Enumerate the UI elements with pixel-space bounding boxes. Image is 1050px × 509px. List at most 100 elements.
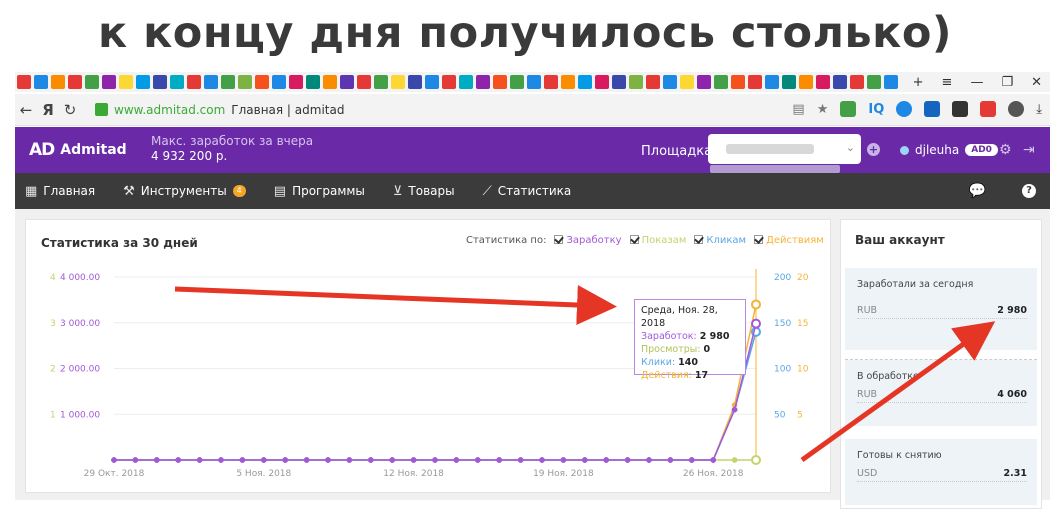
bookmark-icon[interactable] — [102, 75, 116, 89]
account-title: Ваш аккаунт — [855, 233, 945, 247]
bookmark-icon[interactable] — [425, 75, 439, 89]
bookmark-icon[interactable] — [714, 75, 728, 89]
download-ext-icon[interactable] — [840, 101, 857, 117]
add-platform-icon[interactable]: + — [867, 143, 880, 156]
bookmark-icon[interactable] — [204, 75, 218, 89]
restore-icon[interactable]: ❐ — [1001, 75, 1013, 90]
data-point — [282, 457, 289, 463]
bookmark-icon[interactable] — [442, 75, 456, 89]
bookmark-icon[interactable] — [731, 75, 745, 89]
bookmark-icon[interactable] — [612, 75, 626, 89]
bookmark-icon[interactable] — [17, 75, 31, 89]
url-page-title[interactable]: Главная | admitad — [231, 103, 344, 117]
bookmark-icon[interactable] — [816, 75, 830, 89]
bookmark-icon[interactable] — [527, 75, 541, 89]
ext-photo-icon[interactable] — [952, 101, 969, 117]
bookmark-icon[interactable] — [629, 75, 643, 89]
bookmark-icon[interactable] — [850, 75, 864, 89]
bookmark-icon[interactable] — [833, 75, 847, 89]
bookmark-icon[interactable] — [374, 75, 388, 89]
bookmark-icon[interactable] — [51, 75, 65, 89]
bookmark-icon[interactable] — [493, 75, 507, 89]
iq-icon[interactable]: IQ — [868, 102, 884, 117]
bookmark-icon[interactable] — [459, 75, 473, 89]
bookmark-icon[interactable] — [782, 75, 796, 89]
data-point — [367, 457, 374, 463]
bookmark-icon[interactable] — [272, 75, 286, 89]
chat-icon[interactable]: 💬 — [969, 183, 986, 199]
bookmark-icon[interactable] — [748, 75, 762, 89]
bookmark-icon[interactable] — [476, 75, 490, 89]
bookmark-icon[interactable] — [136, 75, 150, 89]
bookmark-icon[interactable] — [221, 75, 235, 89]
yandex-icon[interactable]: Я — [37, 101, 59, 119]
bookmark-icon[interactable] — [289, 75, 303, 89]
bookmark-icon[interactable] — [170, 75, 184, 89]
bookmark-icon[interactable] — [799, 75, 813, 89]
bookmark-icon[interactable] — [561, 75, 575, 89]
menu-item-programs[interactable]: ▤ Программы — [274, 184, 365, 199]
help-icon[interactable]: ? — [1022, 184, 1036, 198]
bookmark-icon[interactable] — [187, 75, 201, 89]
gear-icon[interactable]: ⚙ — [999, 142, 1012, 158]
bookmark-icon[interactable] — [340, 75, 354, 89]
plus-icon[interactable]: + — [913, 75, 924, 90]
bookmark-icon[interactable] — [306, 75, 320, 89]
data-point — [153, 457, 160, 463]
ext-blue-icon[interactable] — [896, 101, 913, 117]
bookmark-icon[interactable] — [578, 75, 592, 89]
bookmark-icon[interactable] — [85, 75, 99, 89]
ext-gray-icon[interactable] — [1008, 101, 1025, 117]
platform-select[interactable]: ⌄ — [708, 134, 861, 173]
admitad-logo[interactable]: AD Admitad — [29, 140, 127, 160]
close-icon[interactable]: ✕ — [1031, 75, 1042, 90]
platform-redaction-bar — [710, 165, 840, 173]
menu-item-products[interactable]: ⊻ Товары — [393, 184, 455, 199]
bookmark-icon[interactable] — [153, 75, 167, 89]
menu-item-home[interactable]: ▦ Главная — [25, 184, 95, 199]
bookmark-icon[interactable] — [867, 75, 881, 89]
ext-card-icon[interactable] — [924, 101, 941, 117]
url-domain[interactable]: www.admitad.com — [114, 103, 225, 117]
star-icon[interactable]: ★ — [817, 102, 829, 117]
user-icon — [900, 145, 909, 155]
back-arrow-icon[interactable]: ← — [15, 101, 37, 119]
x-axis-tick: 5 Ноя. 2018 — [236, 469, 291, 479]
bookmark-icon[interactable] — [323, 75, 337, 89]
bookmark-icon[interactable] — [408, 75, 422, 89]
download-icon[interactable]: ⤓ — [1036, 102, 1042, 117]
bookmark-icon[interactable] — [765, 75, 779, 89]
bookmark-icon[interactable] — [595, 75, 609, 89]
bookmark-icon[interactable] — [680, 75, 694, 89]
reader-icon[interactable]: ▤ — [792, 102, 804, 117]
menu-icon[interactable]: ≡ — [942, 75, 953, 90]
username[interactable]: djleuha — [915, 143, 959, 157]
bookmark-icon[interactable] — [510, 75, 524, 89]
user-menu[interactable]: djleuha AD0 — [900, 143, 998, 157]
ext-red-icon[interactable] — [980, 101, 997, 117]
menu-item-tools[interactable]: ⚒ Инструменты 4 — [123, 184, 246, 199]
bookmark-icon[interactable] — [391, 75, 405, 89]
bookmark-icon[interactable] — [357, 75, 371, 89]
data-point — [132, 457, 139, 463]
chevron-down-icon[interactable]: ⌄ — [846, 141, 855, 154]
minimize-icon[interactable]: — — [970, 75, 983, 90]
bookmark-icon[interactable] — [34, 75, 48, 89]
bookmark-icon[interactable] — [119, 75, 133, 89]
data-point — [175, 457, 182, 463]
bookmark-icon[interactable] — [697, 75, 711, 89]
bookmark-icon[interactable] — [544, 75, 558, 89]
bookmark-icon[interactable] — [238, 75, 252, 89]
bookmark-icon[interactable] — [646, 75, 660, 89]
bookmark-icon[interactable] — [68, 75, 82, 89]
bookmark-icon[interactable] — [663, 75, 677, 89]
bookmark-icon[interactable] — [884, 75, 898, 89]
tooltip-actions-label: Действия: — [641, 370, 692, 381]
data-point — [218, 457, 224, 463]
bookmark-icon[interactable] — [255, 75, 269, 89]
reload-icon[interactable]: ↻ — [59, 101, 81, 119]
data-point — [751, 455, 761, 465]
menu-item-programs-label: Программы — [292, 184, 365, 198]
menu-item-stats[interactable]: ⟋ Статистика — [483, 184, 572, 199]
logout-icon[interactable]: ⇥ — [1023, 142, 1035, 158]
